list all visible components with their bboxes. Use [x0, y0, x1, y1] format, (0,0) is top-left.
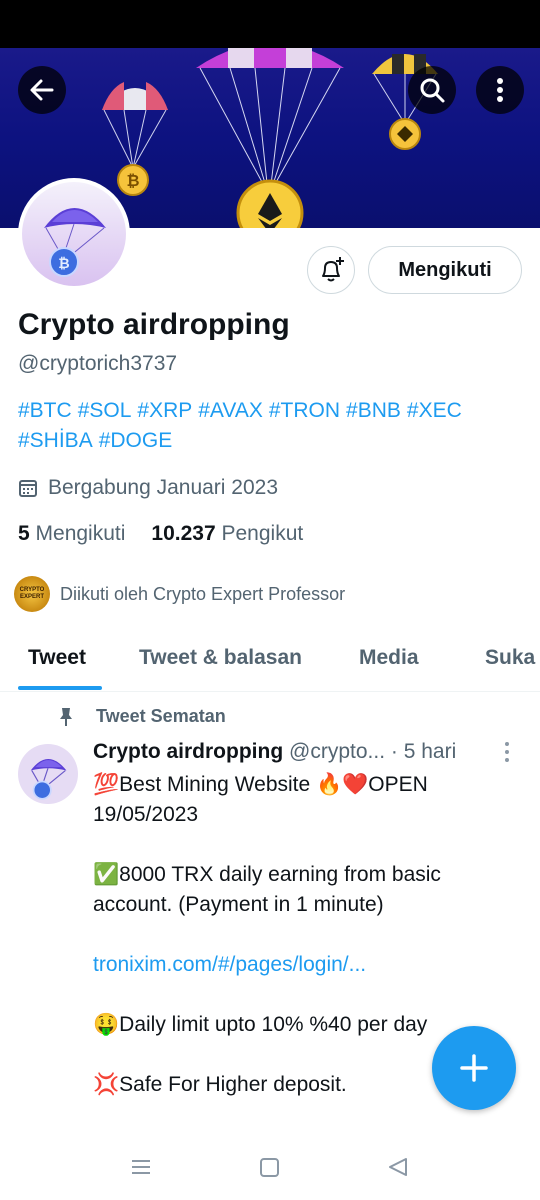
joined-text: Bergabung Januari 2023 [48, 476, 279, 499]
pinned-label: Tweet Sematan [96, 706, 226, 726]
pinned-header: Tweet Sematan [58, 706, 226, 727]
pin-icon [60, 707, 72, 726]
more-vertical-icon [497, 78, 503, 102]
svg-text:₿: ₿ [126, 171, 139, 190]
follower-avatar: CRYPTO EXPERT [14, 576, 50, 612]
followers-count: 10.237 [151, 522, 216, 545]
tab-media[interactable]: Media [359, 646, 419, 670]
tweet-line: 💯Best Mining Website 🔥❤️OPEN 19/05/2023 [93, 773, 428, 826]
tweet-line: ✅8000 TRX daily earning from basic accou… [93, 863, 441, 916]
avatar: ₿ [22, 182, 126, 286]
following-count-link[interactable]: 5 Mengikuti [18, 522, 125, 546]
bio-hashtag[interactable]: #XEC [407, 399, 462, 422]
tweet-link[interactable]: tronixim.com/#/pages/login/... [93, 950, 513, 980]
tweet-more-button[interactable] [505, 742, 509, 762]
profile-tabs: Tweet Tweet & balasan Media Suka [0, 630, 540, 692]
profile-avatar[interactable]: ₿ [18, 178, 130, 290]
status-bar [0, 0, 540, 48]
tweet-author-handle: @crypto... [289, 740, 386, 763]
following-button[interactable]: Mengikuti [368, 246, 522, 294]
followed-by-text: Diikuti oleh Crypto Expert Professor [60, 583, 346, 604]
notify-button[interactable] [307, 246, 355, 294]
bio-hashtag[interactable]: #XRP [137, 399, 192, 422]
recent-apps-icon[interactable] [132, 1160, 150, 1174]
compose-button[interactable] [432, 1026, 516, 1110]
tweet-time: · 5 hari [390, 740, 457, 763]
bio-hashtag[interactable]: #BTC [18, 399, 72, 422]
tab-likes[interactable]: Suka [485, 646, 535, 670]
bio-hashtag[interactable]: #SHİBA [18, 429, 93, 452]
active-tab-indicator [18, 686, 102, 690]
svg-text:₿: ₿ [58, 256, 69, 272]
home-icon[interactable] [260, 1158, 279, 1177]
tab-tweet-replies[interactable]: Tweet & balasan [139, 646, 302, 670]
profile-handle: @cryptorich3737 [18, 352, 178, 375]
calendar-icon [19, 480, 37, 497]
back-nav-icon[interactable] [389, 1158, 407, 1176]
bio-hashtag[interactable]: #SOL [78, 399, 132, 422]
bio-hashtag[interactable]: #BNB [346, 399, 401, 422]
followers-count-link[interactable]: 10.237 Pengikut [151, 522, 303, 546]
tweet-author-name[interactable]: Crypto airdropping [93, 740, 283, 763]
more-options-button[interactable] [476, 66, 524, 114]
profile-bio: #BTC #SOL #XRP #AVAX #TRON #BNB #XEC #SHİBA #DOG… [18, 396, 518, 456]
tab-tweet[interactable]: Tweet [28, 646, 86, 670]
tweet-author-avatar[interactable] [18, 744, 78, 804]
plus-icon [460, 1054, 488, 1082]
search-button[interactable] [408, 66, 456, 114]
bio-hashtag[interactable]: #DOGE [99, 429, 173, 452]
search-icon [420, 78, 445, 103]
follow-counts: 5 Mengikuti 10.237 Pengikut [18, 522, 303, 546]
bell-plus-icon [322, 257, 344, 282]
arrow-left-icon [30, 79, 54, 101]
profile-name: Crypto airdropping [18, 308, 290, 341]
followers-label: Pengikut [221, 522, 304, 545]
following-label: Mengikuti [35, 522, 126, 545]
joined-date: Bergabung Januari 2023 [18, 476, 278, 500]
bio-hashtag[interactable]: #AVAX [198, 399, 263, 422]
system-nav-bar [0, 1140, 540, 1200]
tweet-header: Crypto airdropping @crypto... · 5 hari [93, 740, 493, 764]
back-button[interactable] [18, 66, 66, 114]
bio-hashtag[interactable]: #TRON [269, 399, 340, 422]
following-count: 5 [18, 522, 30, 545]
followed-by[interactable]: CRYPTO EXPERT Diikuti oleh Crypto Expert… [14, 576, 345, 612]
